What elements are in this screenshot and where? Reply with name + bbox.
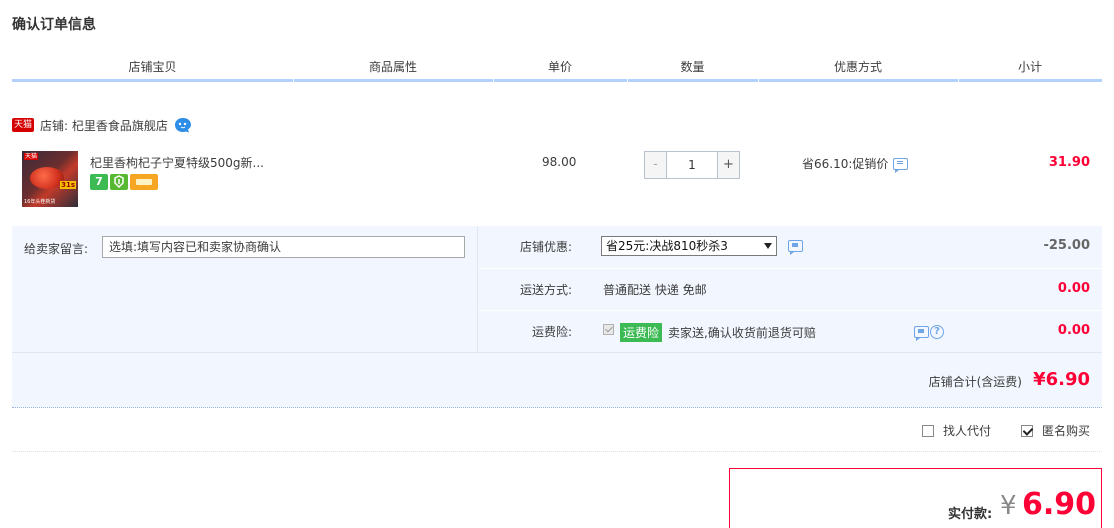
col-subtotal: 小计 bbox=[958, 52, 1102, 82]
quantity-increase-button[interactable]: + bbox=[717, 152, 739, 178]
payment-amount: 6.90 bbox=[1022, 487, 1097, 522]
insurance-label: 运费险: bbox=[531, 325, 572, 339]
column-header: 店铺宝贝 商品属性 单价 数量 优惠方式 小计 bbox=[12, 52, 1102, 82]
quantity-input[interactable] bbox=[667, 152, 717, 178]
shop-name[interactable]: 店铺: 杞里香食品旗舰店 bbox=[40, 117, 168, 134]
payment-summary: 实付款: ¥ 6.90 bbox=[729, 468, 1102, 528]
message-icon[interactable] bbox=[788, 240, 803, 255]
currency-symbol: ¥ bbox=[1000, 491, 1017, 521]
unit-price: 98.00 bbox=[542, 155, 577, 169]
help-question-icon[interactable]: ? bbox=[930, 325, 944, 339]
anonymous-purchase-option[interactable]: 匿名购买 bbox=[1020, 422, 1090, 439]
shipping-label: 运送方式: bbox=[519, 283, 572, 297]
message-icon[interactable] bbox=[914, 326, 929, 341]
col-shop-item: 店铺宝贝 bbox=[12, 52, 293, 82]
shop-coupon-row: 店铺优惠: 省25元:决战810秒杀3 -25.00 bbox=[479, 226, 1102, 268]
shop-total-amount: ¥6.90 bbox=[1033, 369, 1090, 390]
order-extras: 给卖家留言: 店铺优惠: 省25元:决战810秒杀3 -25.00 运送方式: … bbox=[12, 226, 1102, 352]
seven-day-return-icon[interactable]: 7 bbox=[90, 174, 108, 190]
dropdown-arrow-icon bbox=[764, 243, 772, 249]
shop-coupon-label: 店铺优惠: bbox=[519, 240, 572, 254]
quantity-stepper[interactable]: - + bbox=[644, 151, 740, 179]
anonymous-purchase-checkbox[interactable] bbox=[1020, 424, 1033, 437]
insurance-value: 运费险 卖家送,确认收货前退货可赔 bbox=[603, 323, 816, 342]
shop-total-label: 店铺合计(含运费) bbox=[928, 375, 1022, 389]
shop-coupon-select[interactable]: 省25元:决战810秒杀3 bbox=[601, 236, 777, 256]
divider bbox=[12, 451, 1102, 452]
quantity-decrease-button[interactable]: - bbox=[645, 152, 667, 178]
proxy-pay-checkbox[interactable] bbox=[921, 424, 934, 437]
shop-row: 天猫 店铺: 杞里香食品旗舰店 bbox=[12, 114, 192, 136]
col-quantity: 数量 bbox=[627, 52, 758, 82]
memo-label: 给卖家留言: bbox=[24, 242, 89, 256]
section-title: 确认订单信息 bbox=[12, 17, 96, 33]
insurance-amount: 0.00 bbox=[1057, 323, 1090, 338]
tmall-logo-icon: 天猫 bbox=[12, 118, 35, 132]
shipping-row: 运送方式: 普通配送 快递 免邮 0.00 bbox=[479, 268, 1102, 310]
memo-input[interactable] bbox=[102, 236, 465, 258]
shipping-value: 普通配送 快递 免邮 bbox=[603, 283, 707, 297]
message-icon[interactable] bbox=[893, 157, 909, 173]
product-thumbnail[interactable]: 天猫 31s 16年头茬新货 bbox=[22, 151, 78, 207]
discount-text: 省66.10:促销价 bbox=[802, 157, 889, 171]
order-options: 找人代付 匿名购买 bbox=[921, 422, 1090, 439]
service-icons: 7 bbox=[90, 174, 158, 190]
discount-info: 省66.10:促销价 bbox=[802, 155, 909, 173]
wangwang-chat-icon[interactable] bbox=[174, 117, 192, 133]
proxy-pay-option[interactable]: 找人代付 bbox=[921, 422, 991, 439]
quality-guarantee-icon[interactable] bbox=[110, 174, 128, 190]
payment-label: 实付款: bbox=[948, 507, 993, 522]
shipping-amount: 0.00 bbox=[1057, 281, 1090, 296]
col-price: 单价 bbox=[493, 52, 627, 82]
insurance-text: 卖家送,确认收货前退货可赔 bbox=[668, 326, 816, 340]
shop-total-row: 店铺合计(含运费) ¥6.90 bbox=[12, 352, 1102, 408]
insurance-row: 运费险: 运费险 卖家送,确认收货前退货可赔 ? 0.00 bbox=[479, 310, 1102, 352]
goji-berries-image bbox=[30, 167, 64, 189]
item-row: 天猫 31s 16年头茬新货 杞里香枸杞子宁夏特级500g新... 7 98.0… bbox=[12, 146, 1102, 222]
col-discount: 优惠方式 bbox=[758, 52, 958, 82]
memo-section: 给卖家留言: bbox=[12, 226, 478, 352]
col-attributes: 商品属性 bbox=[293, 52, 493, 82]
insurance-checkbox bbox=[603, 324, 614, 335]
credit-card-icon[interactable] bbox=[130, 174, 158, 190]
insurance-badge: 运费险 bbox=[620, 323, 663, 342]
product-title[interactable]: 杞里香枸杞子宁夏特级500g新... bbox=[90, 154, 264, 171]
item-subtotal: 31.90 bbox=[1048, 155, 1090, 170]
shop-coupon-amount: -25.00 bbox=[1043, 238, 1090, 253]
